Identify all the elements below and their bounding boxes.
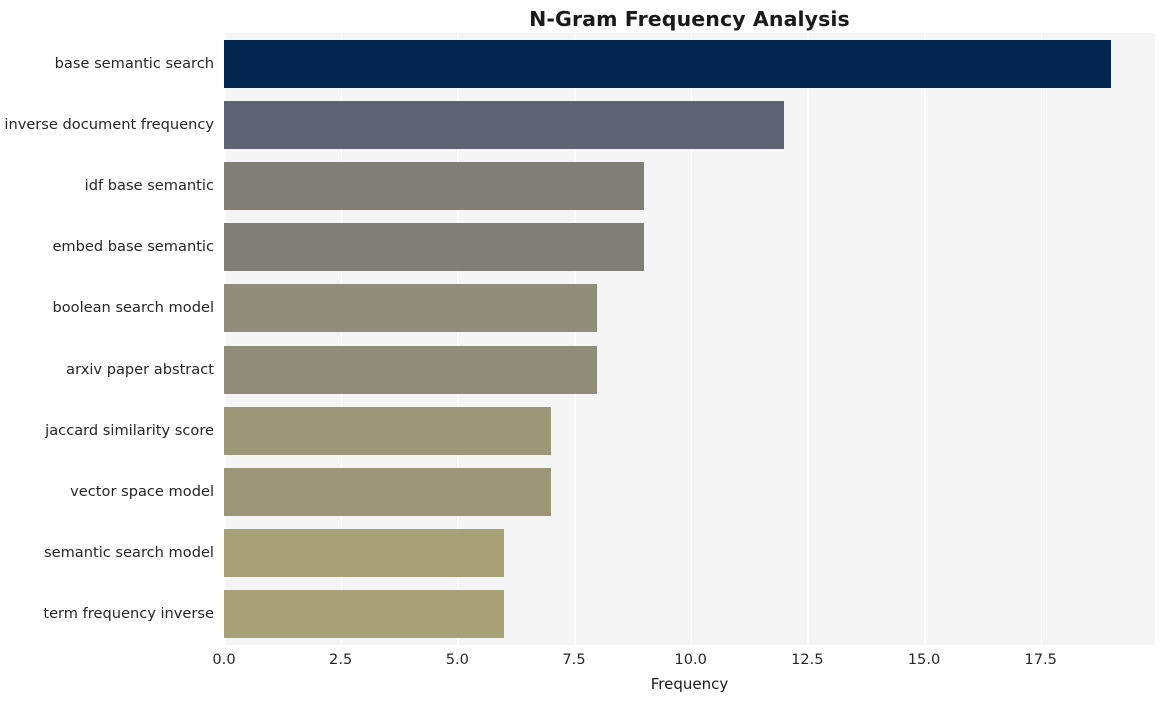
x-axis-tick-label: 2.5	[329, 651, 353, 668]
bar	[224, 223, 644, 272]
bar	[224, 284, 598, 333]
x-axis-tick-label: 12.5	[791, 651, 824, 668]
bar	[224, 406, 551, 455]
y-axis-tick-label: arxiv paper abstract	[66, 360, 214, 378]
chart-title: N-Gram Frequency Analysis	[529, 7, 850, 31]
plot-area	[224, 33, 1155, 645]
y-axis-tick-label: vector space model	[70, 483, 214, 500]
bar	[224, 39, 1111, 88]
bar	[224, 162, 644, 210]
bar	[224, 529, 504, 578]
y-axis-tick-label: embed base semantic	[52, 238, 214, 256]
x-axis-title: Frequency	[650, 675, 729, 693]
chart-figure: N-Gram Frequency Analysis base semantic …	[0, 0, 1164, 701]
x-axis-tick-label: 17.5	[1024, 651, 1057, 668]
y-axis-tick-label: semantic search model	[44, 544, 214, 562]
x-axis-tick-label: 15.0	[907, 651, 941, 668]
x-axis-tick-label: 10.0	[674, 651, 707, 668]
y-axis-tick-label: jaccard similarity score	[45, 421, 214, 439]
x-axis-tick-label: 7.5	[562, 651, 586, 668]
y-axis-tick-labels: base semantic search inverse document fre…	[0, 33, 214, 645]
y-axis-tick-label: idf base semantic	[84, 177, 214, 194]
x-axis-tick-labels: 0.0 2.5 5.0 7.5 10.0 12.5 15.0 17.5	[0, 650, 1164, 674]
x-axis-tick-label: 5.0	[445, 651, 469, 668]
y-axis-tick-label: base semantic search	[54, 54, 214, 72]
bar-series	[224, 33, 1155, 645]
bar	[224, 100, 784, 149]
x-axis-tick-label: 0.0	[212, 651, 236, 668]
y-axis-tick-label: boolean search model	[52, 299, 214, 317]
y-axis-tick-label: inverse document frequency	[4, 115, 214, 133]
bar	[224, 590, 504, 639]
y-axis-tick-label: term frequency inverse	[43, 605, 214, 623]
bar	[224, 345, 598, 394]
bar	[224, 468, 551, 516]
